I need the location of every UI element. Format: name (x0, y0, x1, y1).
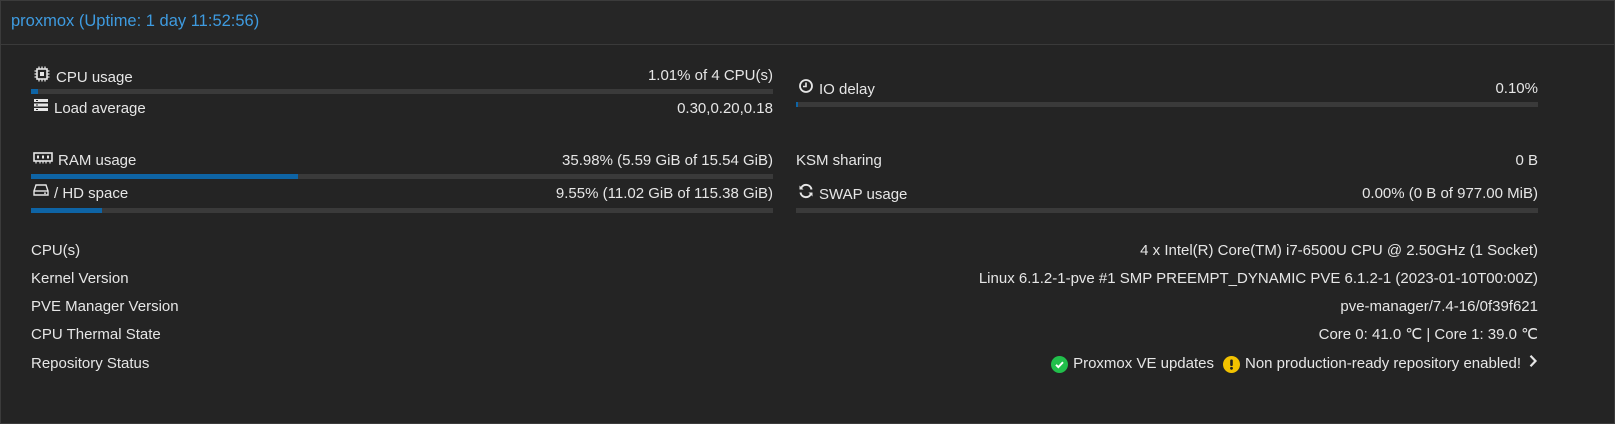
ram-usage-value: 35.98% (5.59 GiB of 15.54 GiB) (562, 152, 773, 169)
ksm-sharing-label: KSM sharing (796, 152, 882, 169)
ram-usage-bar (31, 174, 773, 179)
check-circle-icon (1051, 355, 1069, 373)
load-average-value: 0.30,0.20,0.18 (677, 100, 773, 117)
cpus-info-row: CPU(s) 4 x Intel(R) Core(TM) i7-6500U CP… (31, 241, 1538, 261)
cpu-usage-label: CPU usage (56, 68, 133, 86)
kernel-version-value: Linux 6.1.2-1-pve #1 SMP PREEMPT_DYNAMIC… (978, 270, 1538, 287)
repo-warning-item: Non production-ready repository enabled! (1223, 354, 1521, 374)
clock-icon (798, 78, 814, 100)
tasks-icon (33, 98, 49, 118)
hd-space-bar-fill (31, 208, 102, 213)
hd-space-label-wrap: / HD space (33, 184, 128, 204)
cpus-info-value: 4 x Intel(R) Core(TM) i7-6500U CPU @ 2.5… (1140, 242, 1538, 259)
kernel-version-row: Kernel Version Linux 6.1.2-1-pve #1 SMP … (31, 269, 1538, 289)
ksm-sharing-row: KSM sharing 0 B (796, 151, 1538, 171)
pve-manager-version-value: pve-manager/7.4-16/0f39f621 (1340, 298, 1538, 315)
node-summary-panel: proxmox (Uptime: 1 day 11:52:56) CPU usa… (0, 0, 1615, 424)
io-delay-bar-fill (796, 102, 798, 107)
cpu-thermal-state-label: CPU Thermal State (31, 326, 161, 343)
repo-updates-item: Proxmox VE updates (1051, 354, 1214, 374)
swap-usage-row: SWAP usage 0.00% (0 B of 977.00 MiB) (798, 183, 1538, 206)
hd-space-value: 9.55% (11.02 GiB of 115.38 GiB) (555, 185, 773, 202)
io-delay-value: 0.10% (1495, 80, 1538, 97)
memory-icon (33, 150, 53, 170)
cpu-usage-bar (31, 89, 773, 94)
repository-status-value[interactable]: Proxmox VE updates Non production-ready … (1047, 354, 1538, 374)
page-title: proxmox (Uptime: 1 day 11:52:56) (11, 12, 260, 30)
ram-usage-row: RAM usage 35.98% (5.59 GiB of 15.54 GiB) (33, 151, 773, 171)
repo-warning-text: Non production-ready repository enabled! (1245, 355, 1521, 372)
io-delay-label-wrap: IO delay (798, 79, 875, 101)
swap-usage-bar (796, 208, 1538, 213)
pve-manager-version-row: PVE Manager Version pve-manager/7.4-16/0… (31, 297, 1538, 317)
panel-header: proxmox (Uptime: 1 day 11:52:56) (1, 1, 1614, 45)
refresh-icon (798, 183, 814, 205)
io-delay-bar (796, 102, 1538, 107)
repo-updates-text: Proxmox VE updates (1073, 355, 1214, 372)
load-average-label-wrap: Load average (33, 99, 146, 119)
repository-status-label: Repository Status (31, 355, 150, 372)
io-delay-label: IO delay (819, 80, 875, 98)
cpu-usage-label-wrap: CPU usage (33, 66, 133, 90)
kernel-version-label: Kernel Version (31, 270, 129, 287)
cpu-usage-value: 1.01% of 4 CPU(s) (647, 67, 773, 84)
cpu-usage-row: CPU usage 1.01% of 4 CPU(s) (33, 66, 773, 86)
load-average-row: Load average 0.30,0.20,0.18 (33, 99, 773, 119)
hd-space-label: / HD space (54, 185, 129, 202)
swap-usage-value: 0.00% (0 B of 977.00 MiB) (1362, 185, 1538, 202)
hd-space-bar (31, 208, 773, 213)
hd-space-row: / HD space 9.55% (11.02 GiB of 115.38 Gi… (33, 184, 773, 204)
cpu-thermal-state-row: CPU Thermal State Core 0: 41.0 ℃ | Core … (31, 325, 1538, 345)
swap-usage-label: SWAP usage (819, 185, 908, 203)
cpu-icon (33, 65, 51, 89)
cpu-thermal-state-value: Core 0: 41.0 ℃ | Core 1: 39.0 ℃ (1318, 326, 1538, 343)
ram-usage-bar-fill (31, 174, 298, 179)
exclamation-circle-icon (1223, 355, 1240, 373)
repository-status-row: Repository Status Proxmox VE updates Non… (31, 354, 1538, 374)
cpu-usage-bar-fill (31, 89, 39, 94)
io-delay-row: IO delay 0.10% (798, 79, 1538, 99)
ksm-sharing-value: 0 B (1515, 152, 1538, 169)
cpus-info-label: CPU(s) (31, 242, 81, 259)
ram-usage-label: RAM usage (58, 152, 137, 169)
swap-usage-label-wrap: SWAP usage (798, 183, 908, 206)
load-average-label: Load average (54, 100, 146, 117)
hdd-icon (33, 183, 49, 203)
chevron-right-icon[interactable] (1528, 354, 1538, 374)
pve-manager-version-label: PVE Manager Version (31, 298, 179, 315)
ram-usage-label-wrap: RAM usage (33, 151, 136, 171)
